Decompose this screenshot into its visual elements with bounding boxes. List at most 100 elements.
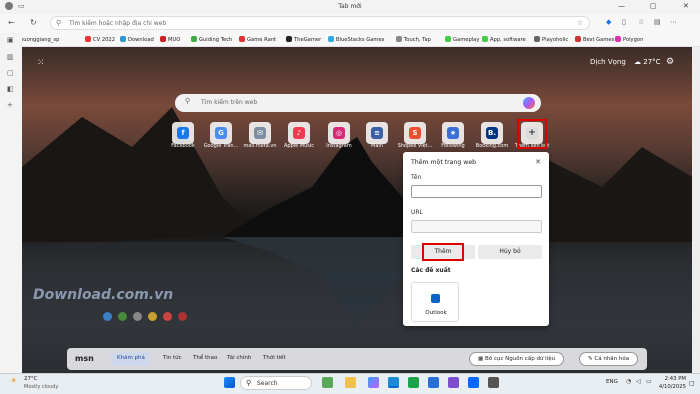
quick-link-tile[interactable]: ♪ [288, 122, 310, 144]
favorite-label: Polygon [623, 37, 644, 43]
favorite-item[interactable]: Guiding Tech [191, 36, 232, 43]
maximize-icon[interactable]: ▢ [650, 2, 657, 10]
favorite-item[interactable]: Download [120, 36, 154, 43]
favorite-item[interactable]: Playoholic [534, 36, 568, 43]
settings-gear-icon[interactable]: ⚙ [666, 57, 674, 67]
main-icon: ≡ [371, 127, 383, 139]
history-icon[interactable]: ▥ [7, 53, 14, 61]
msn-feed-bar: msn Khám phá Tin tức Thể thao Tài chính … [67, 348, 647, 370]
weather-widget[interactable]: Dịch Vọng ☁ 27°C [590, 58, 661, 66]
chrome-icon[interactable] [408, 377, 419, 388]
notifications-icon[interactable]: ◻ [689, 379, 695, 387]
web-search-box[interactable]: ⚲ Tìm kiếm trên web [175, 94, 541, 112]
favorite-item[interactable]: CV 2022 [85, 36, 115, 43]
favorite-item[interactable]: App, software [482, 36, 526, 43]
file-explorer-icon[interactable] [345, 377, 356, 388]
app-icon[interactable] [488, 377, 499, 388]
more-icon[interactable]: ⋯ [670, 18, 677, 26]
copilot-icon[interactable] [523, 97, 535, 109]
favorite-item[interactable]: BlueStacks Games [328, 36, 384, 43]
active-tab-icon[interactable]: ◧ [7, 85, 14, 93]
clock-date[interactable]: 4/10/2025 [652, 384, 686, 390]
cancel-button[interactable]: Hủy bỏ [478, 245, 542, 259]
app-launcher-icon[interactable]: ⁙ [37, 58, 45, 68]
quick-link-tile[interactable]: G [210, 122, 232, 144]
address-bar[interactable]: ⚲ Tìm kiếm hoặc nhập địa chỉ web ☆ [50, 16, 590, 30]
widgets-icon[interactable] [322, 377, 333, 388]
language-indicator[interactable]: ENG [606, 379, 618, 385]
name-label: Tên [411, 174, 422, 181]
store-icon[interactable] [428, 377, 439, 388]
favorite-item[interactable]: MUO [160, 36, 180, 43]
tab-icon[interactable]: ▢ [7, 69, 14, 77]
favorites-icon[interactable]: ☆ [638, 18, 644, 26]
favorite-label: App, software [490, 37, 526, 43]
minimize-icon[interactable]: — [618, 2, 625, 10]
favorite-label: huonggiang_sp [20, 37, 60, 43]
quick-link-tile[interactable]: f [172, 122, 194, 144]
suggestion-outlook[interactable]: Outlook [411, 282, 459, 322]
close-window-icon[interactable]: ✕ [683, 2, 689, 10]
quick-link-tile[interactable]: B. [481, 122, 503, 144]
favorite-label: Touch, Tap [404, 37, 431, 43]
favorite-label: Guiding Tech [199, 37, 233, 43]
quick-link-tile[interactable]: ◎ [328, 122, 350, 144]
instagram-icon: ◎ [333, 127, 345, 139]
clock-time[interactable]: 2:43 PM [658, 376, 686, 382]
favorite-item[interactable]: Touch, Tap [396, 36, 431, 43]
url-field[interactable] [411, 220, 542, 233]
search-icon: ⚲ [185, 97, 191, 105]
url-label: URL [411, 209, 423, 216]
battery-icon[interactable]: ▭ [646, 378, 652, 385]
quick-link-label: Main [371, 143, 383, 149]
tab-tai-chinh[interactable]: Tài chính [227, 355, 251, 361]
quick-link-tile[interactable]: S [404, 122, 426, 144]
back-icon[interactable]: ← [8, 18, 15, 27]
favorite-item[interactable]: TheGamer [286, 36, 321, 43]
close-icon[interactable]: ✕ [535, 158, 541, 166]
tab-kham-pha[interactable]: Khám phá [111, 352, 151, 366]
favorite-item[interactable]: Gameplay [445, 36, 479, 43]
new-tab-icon[interactable]: + [7, 101, 13, 109]
quick-link-tile[interactable]: ≡ [366, 122, 388, 144]
google-translate-icon: G [215, 127, 227, 139]
tab-thoi-tiet[interactable]: Thời tiết [263, 355, 286, 361]
edge-icon[interactable] [388, 377, 399, 388]
wifi-icon[interactable]: ◔ [626, 378, 631, 385]
zalo-icon[interactable] [468, 377, 479, 388]
scrollbar[interactable] [692, 47, 700, 373]
favorite-icon [615, 36, 621, 42]
viber-icon[interactable] [448, 377, 459, 388]
extension-icon[interactable]: ◆ [606, 18, 611, 26]
taskbar-search[interactable]: ⚲ Search [240, 376, 312, 390]
feed-layout-button[interactable]: ▦ Bố cục Nguồn cấp dữ liệu [469, 352, 565, 366]
quick-link-label: mail.meta.vn [243, 143, 277, 149]
favorite-icon [286, 36, 292, 42]
personalize-button[interactable]: ✎ Cá nhân hóa [579, 352, 639, 366]
dialog-title: Thêm một trang web [411, 159, 477, 166]
collections-icon[interactable]: ▤ [654, 18, 661, 26]
quick-link-tile[interactable]: ✉ [249, 122, 271, 144]
copilot-taskbar-icon[interactable] [368, 377, 379, 388]
tab-the-thao[interactable]: Thể thao [193, 355, 217, 361]
favorites-bar: huonggiang_sp CV 2022 Download MUO Guiding T… [0, 33, 700, 47]
favorite-label: CV 2022 [93, 37, 116, 43]
split-screen-icon[interactable]: ▯ [622, 18, 626, 26]
favorite-label: TheGamer [294, 37, 322, 43]
weather-location: Dịch Vọng [590, 58, 626, 66]
favorite-item[interactable]: Polygon [615, 36, 643, 43]
favorite-icon [239, 36, 245, 42]
msn-logo[interactable]: msn [75, 354, 94, 363]
quick-link-tile[interactable]: ★ [442, 122, 464, 144]
weather-sun-icon[interactable]: ☀ [10, 376, 17, 385]
tab-tin-tuc[interactable]: Tin tức [163, 355, 182, 361]
vertical-sidebar: ▣ ▥ ▢ ◧ + [0, 33, 22, 373]
volume-icon[interactable]: ◁ [636, 378, 641, 385]
refresh-icon[interactable]: ↻ [30, 18, 37, 27]
favorite-item[interactable]: Game Rant [239, 36, 276, 43]
favorite-item[interactable]: Best Games [575, 36, 614, 43]
workspaces-icon[interactable]: ▣ [7, 36, 14, 44]
favorite-star-icon[interactable]: ☆ [577, 19, 583, 27]
windows-start-icon[interactable] [224, 377, 235, 388]
name-field[interactable] [411, 185, 542, 198]
